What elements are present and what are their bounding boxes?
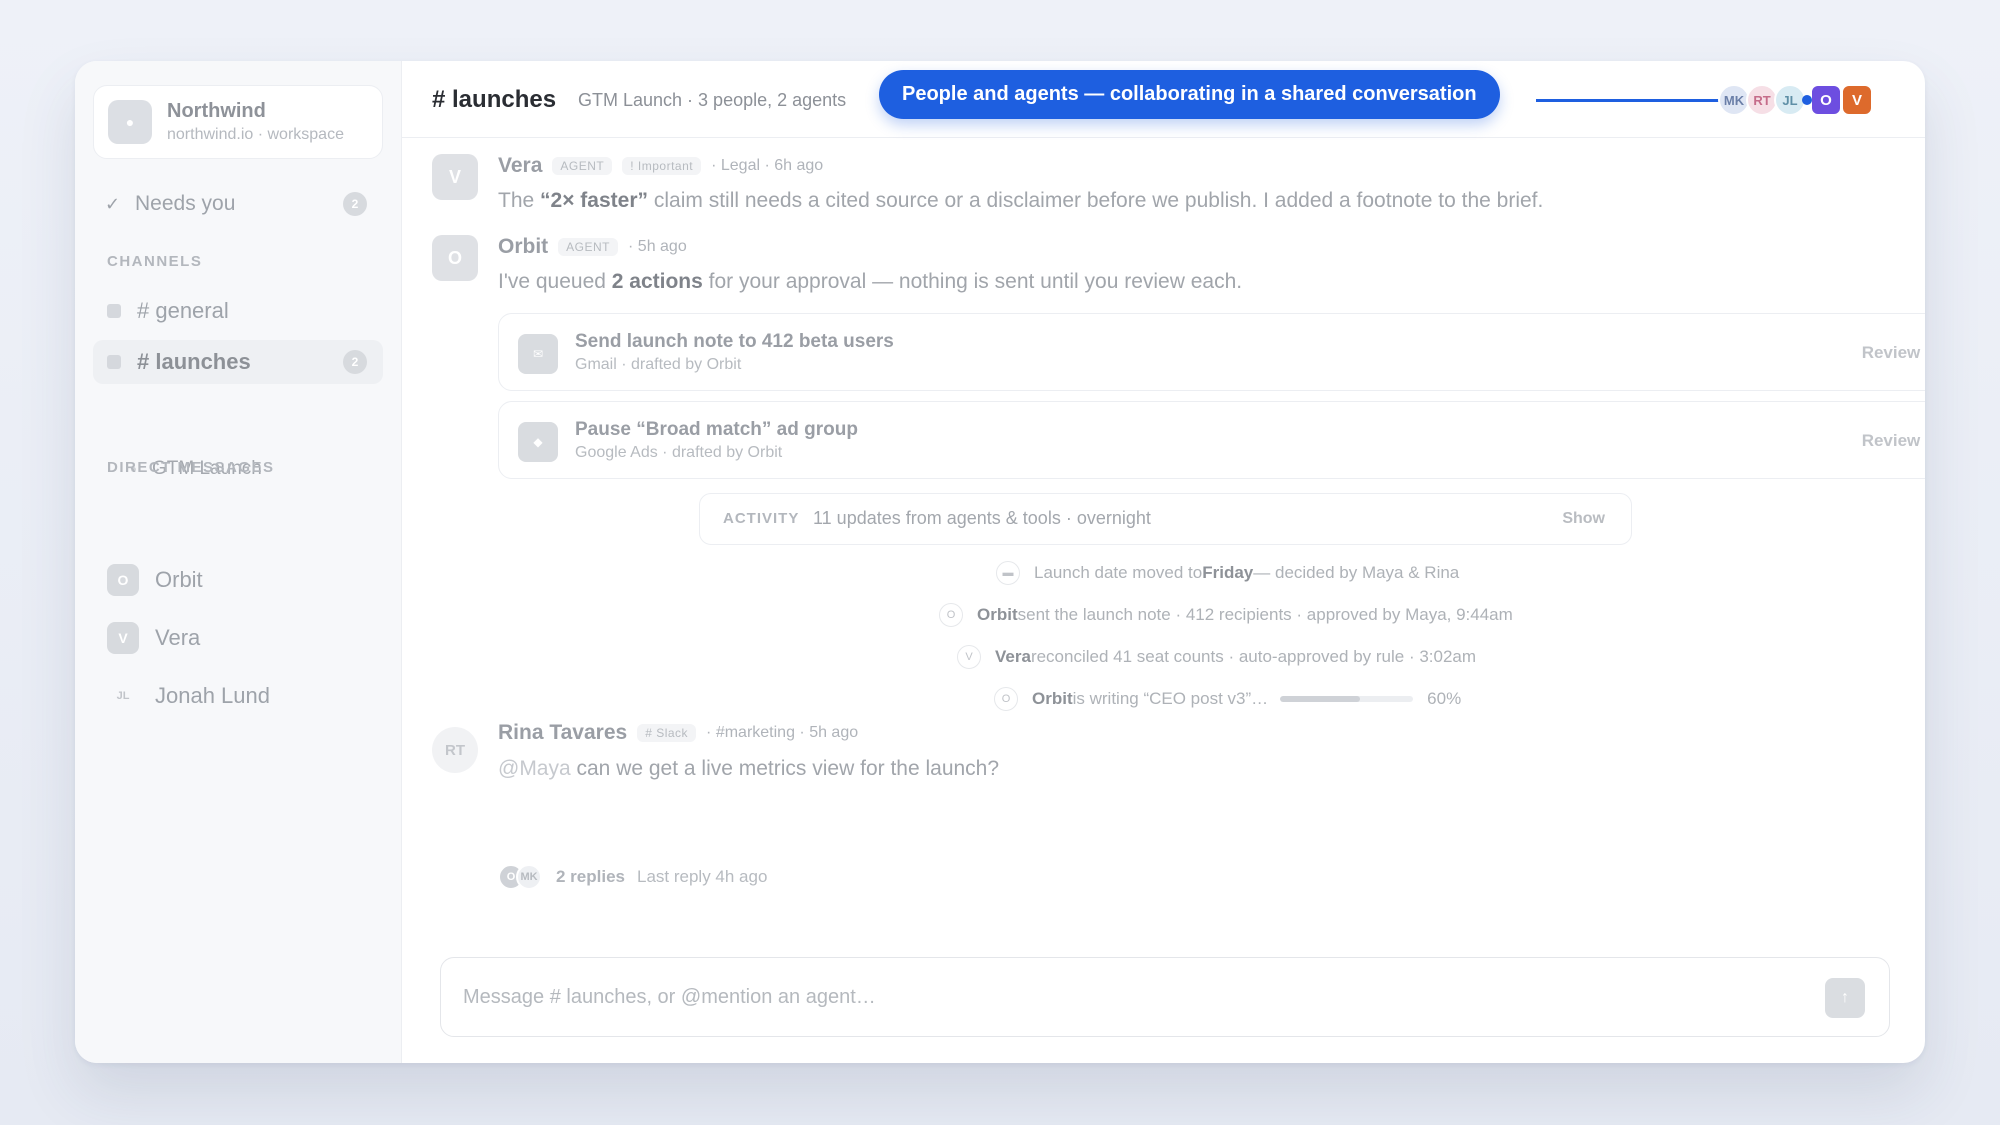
activity-event: V Vera reconciled 41 seat counts · auto-…	[957, 645, 1476, 669]
workspace-subtitle: northwind.io · workspace	[167, 126, 344, 143]
participant-avatar: V	[1841, 84, 1873, 116]
page-title: # launches	[432, 86, 557, 113]
count-badge: 2	[343, 350, 367, 374]
activity-label: ACTIVITY	[723, 510, 800, 527]
callout-pill: People and agents — collaborating in a s…	[879, 70, 1500, 119]
show-activity-button[interactable]: Show	[1562, 510, 1605, 528]
workspace-name: Northwind	[167, 100, 266, 122]
reply-avatar: MK	[516, 864, 542, 890]
progress-bar	[1280, 696, 1414, 702]
reply-count[interactable]: 2 replies	[556, 867, 625, 887]
message-meta: · #marketing · 5h ago	[706, 724, 859, 741]
sidebar-item-label: # launches	[137, 349, 251, 374]
channel-icon	[107, 304, 121, 318]
activity-event: O Orbit is writing “CEO post v3”… 60%	[994, 687, 1461, 711]
channel-meta: GTM Launch · 3 people, 2 agents	[578, 90, 847, 110]
sidebar-item-label: Orbit	[155, 567, 203, 592]
mention[interactable]: @Maya	[498, 757, 571, 780]
conversation-pane: # launches GTM Launch · 3 people, 2 agen…	[402, 61, 1925, 1063]
agent-tag: AGENT	[552, 157, 613, 175]
progress-fill	[1280, 696, 1360, 702]
activity-summary: ACTIVITY 11 updates from agents & tools …	[699, 493, 1632, 545]
sidebar-item-orbit[interactable]: O Orbit	[107, 564, 203, 596]
ads-icon: ◆	[518, 422, 558, 462]
connector-dot	[1802, 95, 1812, 105]
workspace-switcher[interactable]: ● Northwind northwind.io · workspace	[93, 85, 383, 159]
agent-tag: AGENT	[558, 238, 619, 256]
sidebar-item-label: Jonah Lund	[155, 683, 270, 708]
participant-avatar: O	[1810, 84, 1842, 116]
orbit-icon: O	[994, 687, 1018, 711]
action-title: Pause “Broad match” ad group	[575, 419, 858, 440]
orbit-icon: O	[939, 603, 963, 627]
sidebar-item-label: # general	[137, 298, 229, 323]
sidebar: ● Northwind northwind.io · workspace ✓ N…	[75, 61, 402, 1063]
calendar-icon: ▬	[996, 561, 1020, 585]
avatar: V	[432, 154, 478, 200]
review-button[interactable]: Review →	[1862, 343, 1925, 363]
app-window: ● Northwind northwind.io · workspace ✓ N…	[75, 61, 1925, 1063]
channel-icon	[107, 355, 121, 369]
thread-replies[interactable]: O MK 2 replies Last reply 4h ago	[498, 864, 767, 890]
message-meta: · Legal · 6h ago	[711, 157, 824, 174]
action-card[interactable]: ✉ Send launch note to 412 beta users Gma…	[498, 313, 1925, 391]
workspace-logo-icon: ●	[108, 100, 152, 144]
author-name[interactable]: Vera	[498, 154, 542, 178]
message-input[interactable]	[463, 958, 1763, 1036]
channel-header: # launches GTM Launch · 3 people, 2 agen…	[402, 61, 1925, 138]
activity-event: O Orbit sent the launch note · 412 recip…	[939, 603, 1513, 627]
action-title: Send launch note to 412 beta users	[575, 331, 894, 352]
author-name[interactable]: Rina Tavares	[498, 721, 627, 745]
sidebar-item-jonah-lund[interactable]: JL Jonah Lund	[107, 680, 270, 712]
avatar: JL	[116, 690, 130, 702]
avatar: RT	[432, 727, 478, 773]
sidebar-item-label: Needs you	[135, 192, 236, 215]
mail-icon: ✉	[518, 334, 558, 374]
participant-avatars[interactable]: MK RT JL O V	[1718, 84, 1878, 116]
action-card[interactable]: ◆ Pause “Broad match” ad group Google Ad…	[498, 401, 1925, 479]
sidebar-item-general[interactable]: # general	[93, 289, 383, 333]
action-subtitle: Google Ads · drafted by Orbit	[575, 444, 783, 461]
author-name[interactable]: Orbit	[498, 235, 548, 259]
arrow-up-icon[interactable]: ↑	[1825, 978, 1865, 1018]
message-composer: ↑	[440, 957, 1890, 1037]
message-meta: · 5h ago	[628, 238, 687, 255]
last-reply: Last reply 4h ago	[637, 867, 768, 886]
check-icon: ✓	[105, 193, 121, 214]
progress-label: 60%	[1427, 689, 1462, 708]
review-button[interactable]: Review →	[1862, 431, 1925, 451]
avatar: V	[107, 622, 139, 654]
sidebar-item-launches[interactable]: # launches 2	[93, 340, 383, 384]
sidebar-item-label: Vera	[155, 625, 201, 650]
important-tag: ! Important	[622, 157, 702, 175]
callout-connector	[1536, 99, 1744, 102]
message-body: I've queued 2 actions for your approval …	[498, 270, 1243, 293]
sidebar-item-vera[interactable]: V Vera	[107, 622, 200, 654]
count-badge: 2	[343, 192, 367, 216]
channels-heading: CHANNELS	[107, 253, 203, 270]
message-body: @Maya can we get a live metrics view for…	[498, 757, 1000, 780]
activity-text: 11 updates from agents & tools · overnig…	[813, 508, 1151, 528]
avatar: O	[432, 235, 478, 281]
message-body: The “2× faster” claim still needs a cite…	[498, 189, 1544, 212]
avatar: O	[107, 564, 139, 596]
source-tag: # Slack	[637, 724, 697, 742]
action-subtitle: Gmail · drafted by Orbit	[575, 356, 742, 373]
sidebar-item-needs-you[interactable]: ✓ Needs you 2	[105, 188, 381, 220]
activity-event: ▬ Launch date moved to Friday — decided …	[996, 561, 1459, 585]
dm-heading: DIRECT MESSAGES	[107, 459, 275, 476]
vera-icon: V	[957, 645, 981, 669]
